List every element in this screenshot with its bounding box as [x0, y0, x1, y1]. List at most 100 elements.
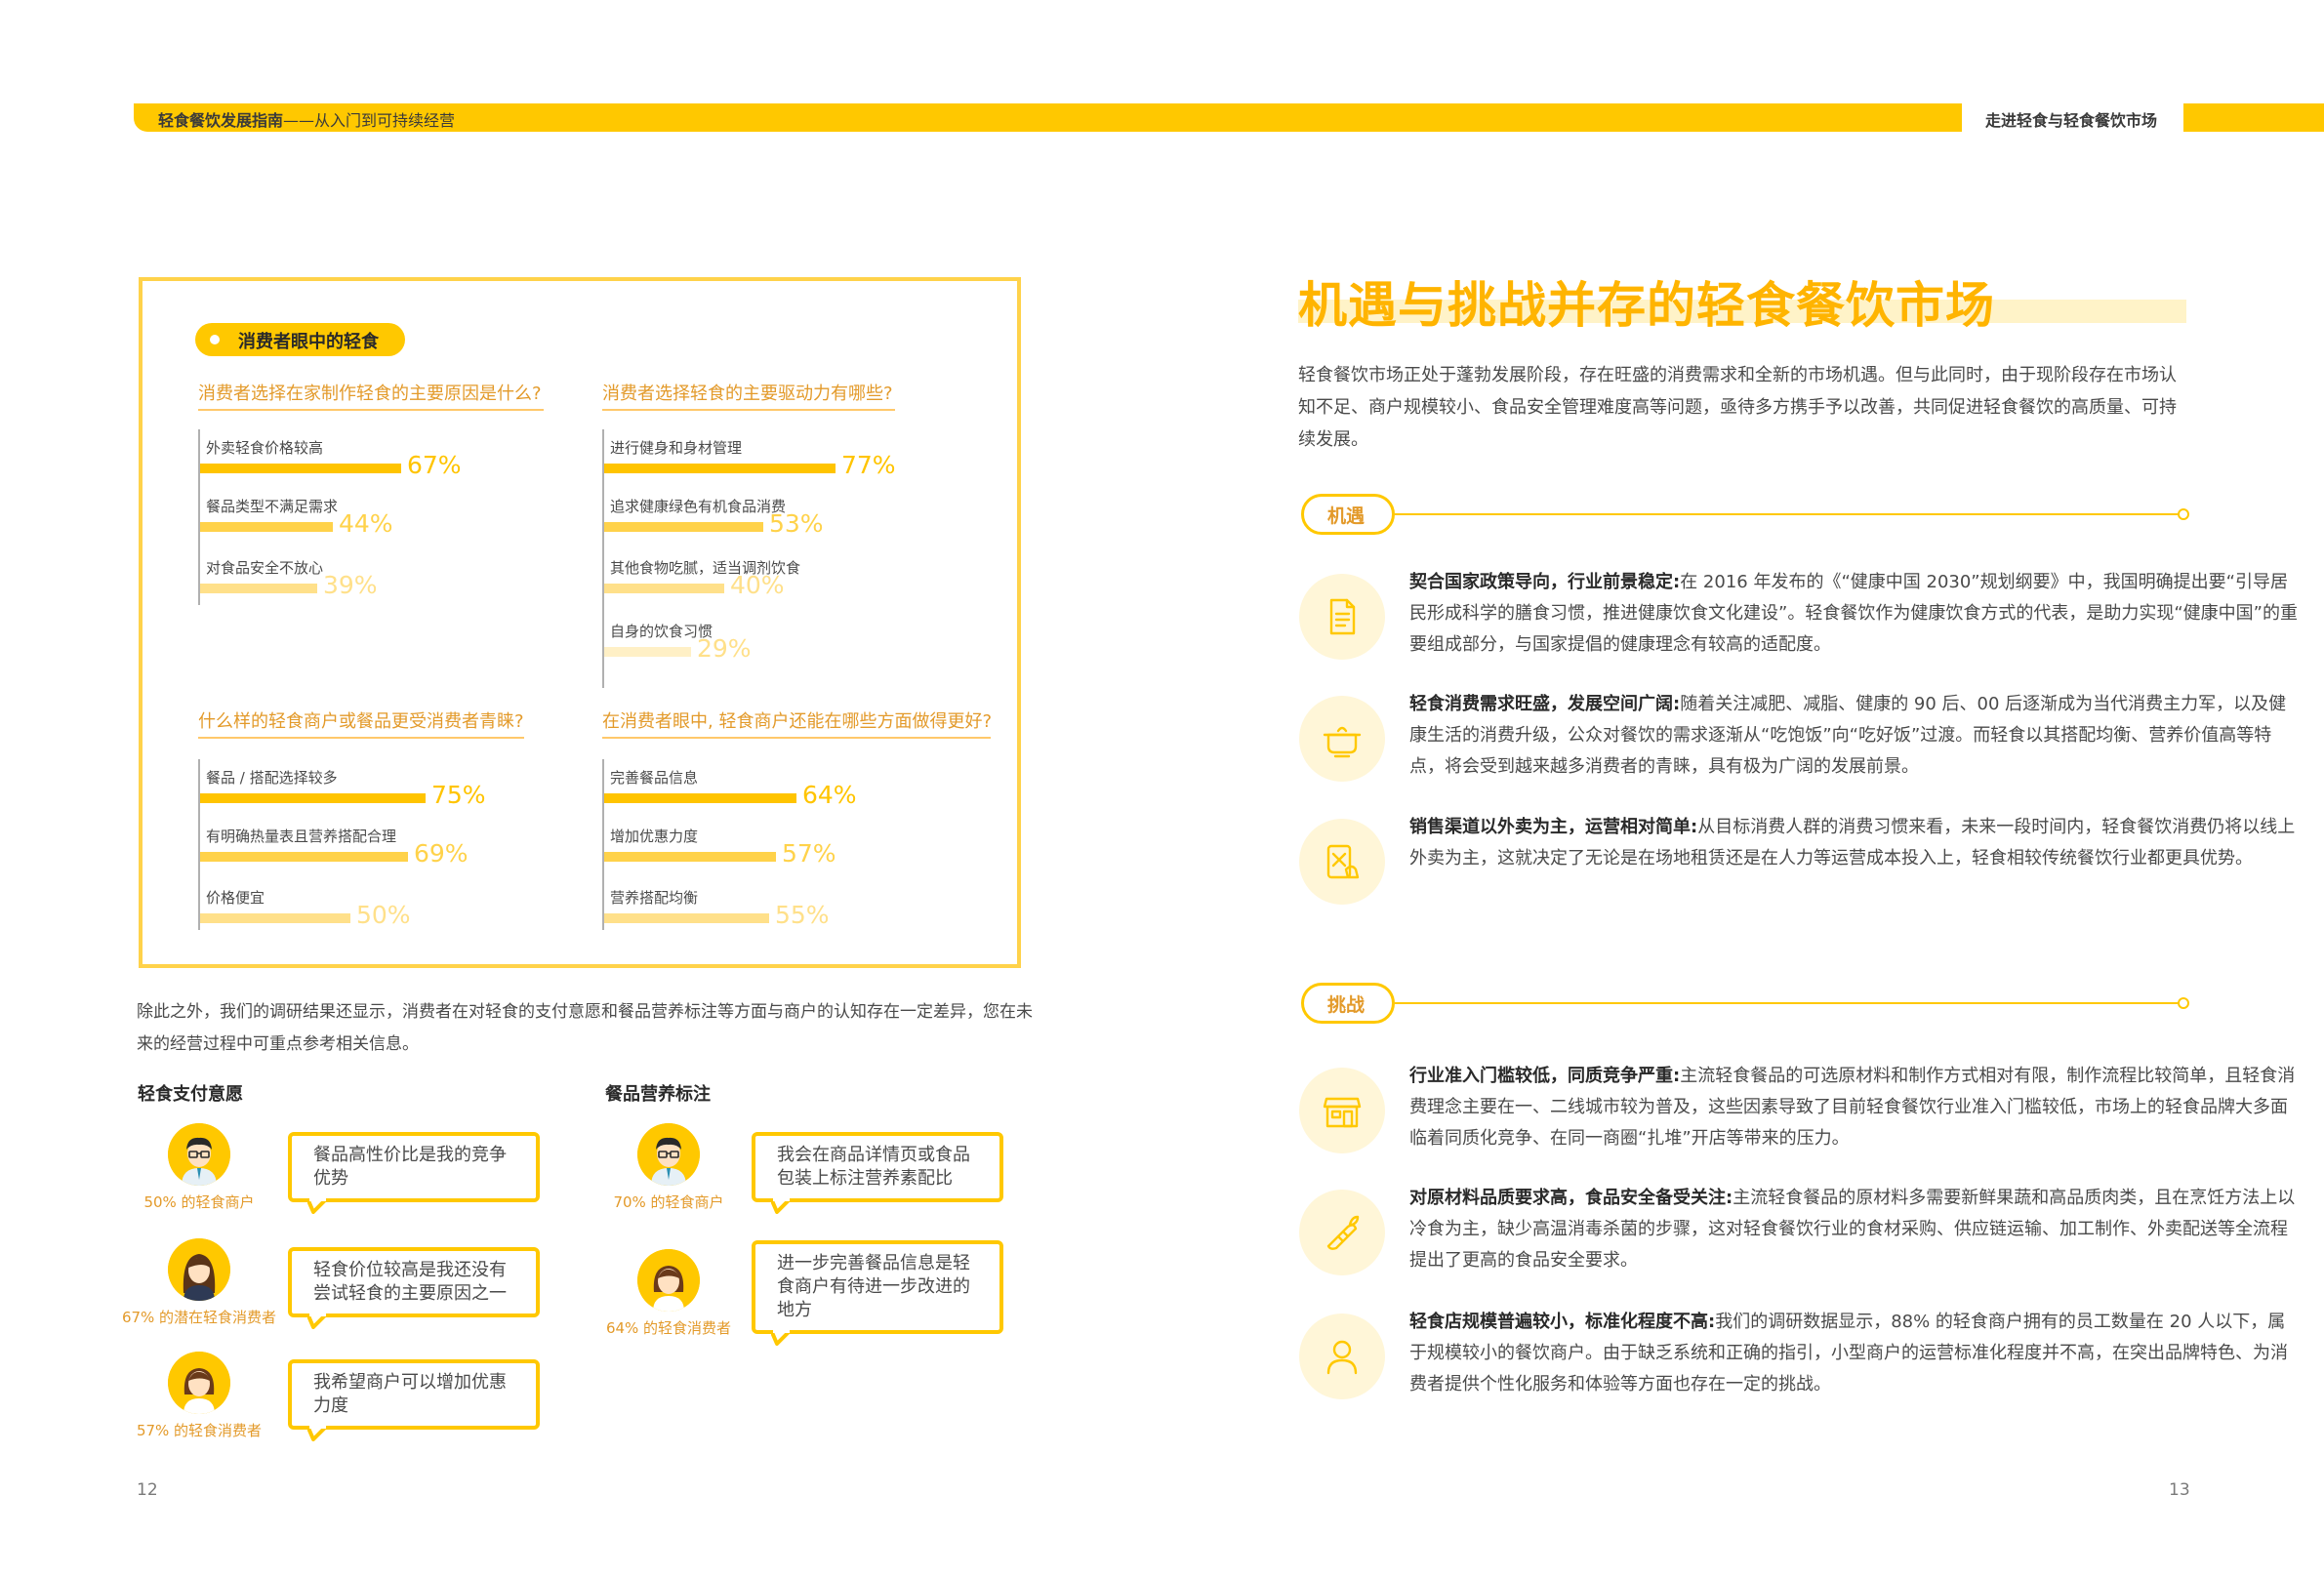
- header-bar-right: [2183, 103, 2324, 132]
- page-number-right: 13: [2169, 1480, 2190, 1500]
- survey-bar: [604, 913, 769, 923]
- survey-question-underline: [602, 409, 895, 411]
- survey-bar: [200, 584, 317, 593]
- survey-bar: [604, 647, 691, 657]
- survey-bar-label: 对食品安全不放心: [206, 559, 324, 577]
- payment-section-title: 轻食支付意愿: [138, 1084, 243, 1105]
- survey-bar-label: 价格便宜: [206, 889, 265, 907]
- right-item-head: 契合国家政策导向，行业前景稳定:: [1409, 572, 1681, 592]
- right-item-head: 对原材料品质要求高，食品安全备受关注:: [1409, 1188, 1733, 1208]
- survey-bar-value: 64%: [802, 781, 857, 809]
- survey-bar-value: 53%: [769, 509, 824, 538]
- opportunity-line-end: [2178, 508, 2189, 520]
- right-item-text: 契合国家政策导向，行业前景稳定:在 2016 年发布的《“健康中国 2030”规…: [1409, 567, 2300, 661]
- survey-bar-value: 67%: [407, 451, 462, 479]
- right-item-head: 轻食消费需求旺盛，发展空间广阔:: [1409, 694, 1681, 714]
- survey-bar-label: 追求健康绿色有机食品消费: [610, 498, 787, 515]
- header-right-title: 走进轻食与轻食餐饮市场: [1985, 111, 2158, 130]
- right-item-head: 行业准入门槛较低，同质竞争严重:: [1409, 1066, 1681, 1086]
- survey-bar-value: 50%: [356, 901, 411, 929]
- survey-bar-value: 75%: [431, 781, 486, 809]
- opportunity-line: [1395, 513, 2178, 515]
- pill-dot-icon: [210, 335, 220, 344]
- survey-bar: [200, 522, 333, 532]
- survey-question: 什么样的轻食商户或餐品更受消费者青睐?: [198, 711, 524, 732]
- right-item-text: 销售渠道以外卖为主，运营相对简单:从目标消费人群的消费习惯来看，未来一段时间内，…: [1409, 812, 2300, 874]
- quote-bubble-tail: [769, 1328, 795, 1350]
- quote-text: 进一步完善餐品信息是轻食商户有待进一步改进的地方: [777, 1253, 970, 1320]
- quote-text: 轻食价位较高是我还没有尝试轻食的主要原因之一: [313, 1260, 507, 1304]
- survey-pill-label: 消费者眼中的轻食: [238, 332, 379, 352]
- survey-question: 消费者选择轻食的主要驱动力有哪些?: [602, 384, 893, 404]
- female-long-hair-avatar: [168, 1238, 230, 1301]
- challenge-line: [1395, 1002, 2178, 1004]
- survey-bar-label: 餐品类型不满足需求: [206, 498, 339, 515]
- header-left-title: 轻食餐饮发展指南——从入门到可持续经营: [158, 111, 456, 130]
- right-item-text: 对原材料品质要求高，食品安全备受关注:主流轻食餐品的原材料多需要新鲜果蔬和高品质…: [1409, 1183, 2300, 1276]
- opportunity-label: 机遇: [1327, 505, 1366, 527]
- survey-bar: [604, 852, 776, 862]
- survey-bar-value: 77%: [841, 451, 896, 479]
- survey-bar-label: 进行健身和身材管理: [610, 439, 743, 457]
- survey-question-underline: [198, 737, 524, 739]
- survey-question: 在消费者眼中, 轻食商户还能在哪些方面做得更好?: [602, 711, 992, 732]
- survey-bar: [604, 464, 836, 473]
- vegetable-icon: [1299, 1190, 1385, 1275]
- survey-bar-label: 有明确热量表且营养搭配合理: [206, 828, 397, 845]
- survey-bar-value: 69%: [414, 839, 469, 868]
- survey-bar: [200, 464, 401, 473]
- survey-bar-value: 44%: [339, 509, 393, 538]
- avatar-caption: 57% 的轻食消费者: [136, 1422, 263, 1439]
- page-number-left: 12: [137, 1480, 158, 1500]
- person-icon: [1299, 1313, 1385, 1399]
- survey-question: 消费者选择在家制作轻食的主要原因是什么?: [198, 384, 542, 404]
- survey-question-underline: [198, 409, 544, 411]
- survey-bar: [200, 852, 408, 862]
- right-item-head: 销售渠道以外卖为主，运营相对简单:: [1409, 817, 1698, 837]
- quote-text: 我希望商户可以增加优惠力度: [313, 1372, 507, 1416]
- mobile-order-icon: [1299, 819, 1385, 905]
- avatar-caption: 50% 的轻食商户: [143, 1193, 255, 1211]
- survey-bar-label: 完善餐品信息: [610, 769, 699, 787]
- right-item-text: 轻食消费需求旺盛，发展空间广阔:随着关注减肥、减脂、健康的 90 后、00 后逐…: [1409, 689, 2300, 783]
- female-short-hair-avatar: [637, 1249, 700, 1312]
- survey-bar-value: 55%: [775, 901, 830, 929]
- survey-bar: [604, 584, 724, 593]
- avatar-caption: 64% 的轻食消费者: [605, 1319, 732, 1337]
- survey-bar-label: 增加优惠力度: [610, 828, 699, 845]
- quote-text: 餐品高性价比是我的竞争优势: [313, 1145, 507, 1189]
- male-glasses-avatar: [168, 1123, 230, 1186]
- right-item-text: 行业准入门槛较低，同质竞争严重:主流轻食餐品的可选原材料和制作方式相对有限，制作…: [1409, 1061, 2300, 1154]
- survey-bar: [200, 913, 350, 923]
- nutrition-section-title: 餐品营养标注: [605, 1084, 711, 1105]
- survey-bar-value: 40%: [730, 571, 785, 599]
- quote-bubble-tail: [306, 1196, 331, 1218]
- survey-bar: [200, 793, 426, 803]
- survey-bar-label: 餐品 / 搭配选择较多: [206, 769, 338, 787]
- right-page-intro: 轻食餐饮市场正处于蓬勃发展阶段，存在旺盛的消费需求和全新的市场机遇。但与此同时，…: [1298, 365, 2177, 450]
- quote-text: 我会在商品详情页或食品包装上标注营养素配比: [777, 1145, 970, 1189]
- male-glasses-avatar: [637, 1123, 700, 1186]
- survey-question-underline: [602, 737, 991, 739]
- right-item-head: 轻食店规模普遍较小，标准化程度不高:: [1409, 1312, 1716, 1332]
- survey-bar-value: 39%: [323, 571, 378, 599]
- survey-axis: [602, 759, 604, 930]
- avatar-caption: 67% 的潜在轻食消费者: [121, 1309, 277, 1326]
- survey-bar: [604, 522, 763, 532]
- document-icon: [1299, 574, 1385, 660]
- survey-bar-label: 营养搭配均衡: [610, 889, 699, 907]
- survey-axis: [198, 429, 200, 605]
- cooking-pot-icon: [1299, 696, 1385, 782]
- left-paragraph: 除此之外，我们的调研结果还显示，消费者在对轻食的支付意愿和餐品营养标注等方面与商…: [137, 1002, 1033, 1054]
- survey-bar: [604, 793, 796, 803]
- survey-bar-label: 外卖轻食价格较高: [206, 439, 324, 457]
- survey-bar-value: 29%: [697, 634, 752, 663]
- storefront-icon: [1299, 1068, 1385, 1153]
- challenge-line-end: [2178, 997, 2189, 1009]
- avatar-caption: 70% 的轻食商户: [613, 1193, 724, 1211]
- right-item-text: 轻食店规模普遍较小，标准化程度不高:我们的调研数据显示，88% 的轻食商户拥有的…: [1409, 1307, 2300, 1400]
- quote-bubble-tail: [769, 1196, 795, 1218]
- survey-bar-value: 57%: [782, 839, 836, 868]
- quote-bubble-tail: [306, 1424, 331, 1445]
- survey-axis: [198, 759, 200, 930]
